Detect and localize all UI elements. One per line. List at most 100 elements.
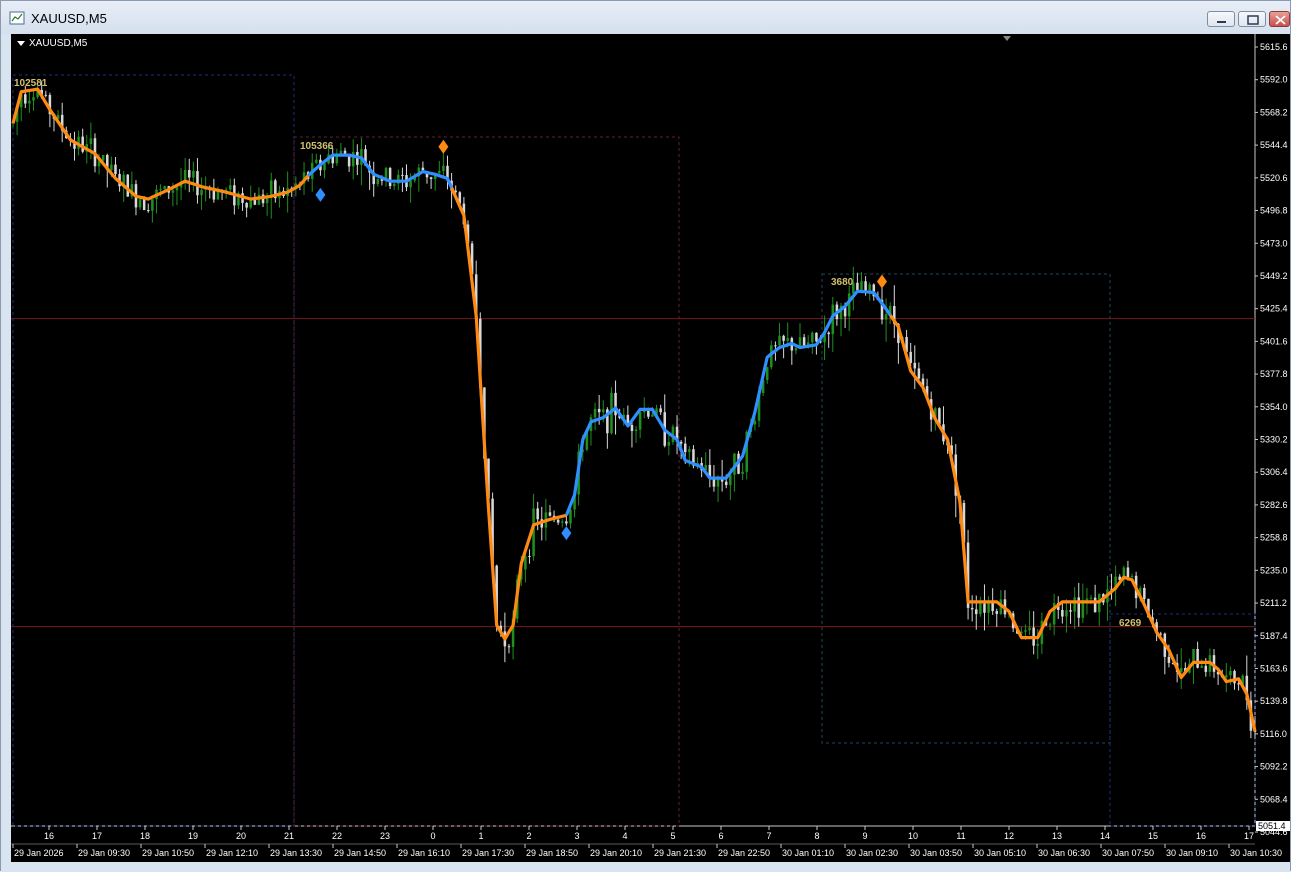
candle-body — [561, 521, 564, 523]
price-tick-label: 5235.0 — [1260, 565, 1288, 575]
candle-body — [556, 519, 560, 523]
candle-body — [1196, 648, 1199, 668]
trend-line-down — [450, 187, 567, 641]
hour-tick-label: 22 — [332, 831, 342, 841]
date-tick-label: 30 Jan 02:30 — [846, 848, 898, 858]
candle-body — [884, 314, 888, 320]
hour-tick-label: 2 — [526, 831, 531, 841]
candle-body — [409, 180, 412, 188]
candle-body — [909, 351, 912, 363]
hour-tick-label: 4 — [622, 831, 627, 841]
price-chart[interactable]: 102581105366368062695615.65592.05568.255… — [11, 34, 1290, 862]
candle-body — [159, 188, 162, 190]
candle-body — [126, 174, 130, 197]
candle-body — [1143, 587, 1146, 599]
date-tick-label: 30 Jan 09:10 — [1166, 848, 1218, 858]
candle-body — [196, 171, 199, 196]
date-tick-label: 30 Jan 06:30 — [1038, 848, 1090, 858]
candle-body — [1085, 598, 1089, 601]
hour-tick-label: 19 — [188, 831, 198, 841]
title-bar[interactable]: XAUUSD,M5 — [1, 1, 1290, 34]
candle-body — [765, 367, 769, 381]
price-tick-label: 5568.2 — [1260, 107, 1288, 117]
chart-window-icon — [9, 11, 25, 25]
annotation-label: 102581 — [14, 78, 48, 89]
hour-tick-label: 9 — [862, 831, 867, 841]
hour-tick-label: 0 — [430, 831, 435, 841]
candle-body — [101, 155, 105, 161]
candle-body — [847, 293, 851, 317]
price-tick-label: 5187.4 — [1260, 631, 1288, 641]
candle-body — [28, 100, 31, 104]
hour-tick-label: 17 — [92, 831, 102, 841]
candle-body — [142, 199, 146, 211]
window-title: XAUUSD,M5 — [31, 11, 107, 26]
price-tick-label: 5068.4 — [1260, 794, 1288, 804]
candle-body — [163, 186, 166, 189]
candle-body — [860, 281, 863, 291]
candle-body — [1179, 668, 1183, 673]
candle-body — [811, 332, 814, 343]
price-tick-label: 5377.8 — [1260, 369, 1288, 379]
range-box — [821, 273, 1111, 744]
price-tick-label: 5592.0 — [1260, 75, 1288, 85]
buy-signal-icon — [561, 526, 572, 541]
close-button[interactable] — [1269, 11, 1290, 27]
candle-body — [815, 332, 818, 342]
candle-body — [114, 164, 117, 175]
date-tick-label: 29 Jan 18:50 — [526, 848, 578, 858]
date-tick-label: 29 Jan 10:50 — [142, 848, 194, 858]
candle-body — [864, 281, 867, 291]
date-tick-label: 30 Jan 03:50 — [910, 848, 962, 858]
chart-symbol-label[interactable]: XAUUSD,M5 — [17, 38, 87, 49]
maximize-icon — [1247, 15, 1259, 25]
candle-body — [1024, 630, 1027, 632]
date-tick-label: 29 Jan 09:30 — [78, 848, 130, 858]
range-box — [1109, 613, 1256, 827]
price-tick-label: 5354.0 — [1260, 402, 1288, 412]
price-tick-label: 5282.6 — [1260, 500, 1288, 510]
candle-body — [1061, 609, 1064, 617]
hour-tick-label: 7 — [766, 831, 771, 841]
candle-body — [32, 97, 35, 101]
maximize-button[interactable] — [1238, 11, 1266, 27]
candle-body — [110, 164, 113, 171]
candle-body — [1073, 597, 1076, 612]
candle-body — [975, 609, 978, 615]
candle-body — [507, 646, 511, 648]
candle-body — [601, 409, 605, 413]
candle-body — [89, 138, 93, 145]
candle-body — [659, 408, 662, 413]
date-tick-label: 29 Jan 21:30 — [654, 848, 706, 858]
candle-body — [24, 94, 27, 104]
current-price-label: 5051.4 — [1258, 821, 1286, 831]
candle-body — [147, 210, 150, 212]
candle-body — [1167, 656, 1171, 663]
candle-body — [192, 171, 195, 178]
hour-tick-label: 15 — [1148, 831, 1158, 841]
candle-body — [913, 362, 917, 369]
hour-tick-label: 12 — [1004, 831, 1014, 841]
minimize-button[interactable] — [1207, 11, 1235, 27]
candle-body — [667, 442, 671, 446]
hour-tick-label: 18 — [140, 831, 150, 841]
price-tick-label: 5520.6 — [1260, 173, 1288, 183]
date-tick-label: 29 Jan 17:30 — [462, 848, 514, 858]
date-tick-label: 29 Jan 16:10 — [398, 848, 450, 858]
annotation-label: 105366 — [300, 141, 334, 152]
candle-body — [774, 345, 777, 347]
annotation-label: 3680 — [831, 277, 854, 288]
candle-body — [778, 335, 781, 346]
price-tick-label: 5092.2 — [1260, 762, 1288, 772]
price-tick-label: 5473.0 — [1260, 238, 1288, 248]
hour-tick-label: 16 — [1196, 831, 1206, 841]
chart-window: XAUUSD,M5 102581 105366 3680 6269 5615.6 5592… — [0, 0, 1291, 872]
candle-body — [753, 420, 757, 425]
date-tick-label: 29 Jan 14:50 — [334, 848, 386, 858]
hour-tick-label: 8 — [814, 831, 819, 841]
date-tick-label: 29 Jan 20:10 — [590, 848, 642, 858]
candle-body — [1130, 575, 1134, 578]
candle-body — [323, 163, 326, 171]
price-tick-label: 5615.6 — [1260, 42, 1288, 52]
chart-area[interactable]: 102581 105366 3680 6269 5615.6 5592.0 5568.2 55… — [11, 34, 1290, 862]
